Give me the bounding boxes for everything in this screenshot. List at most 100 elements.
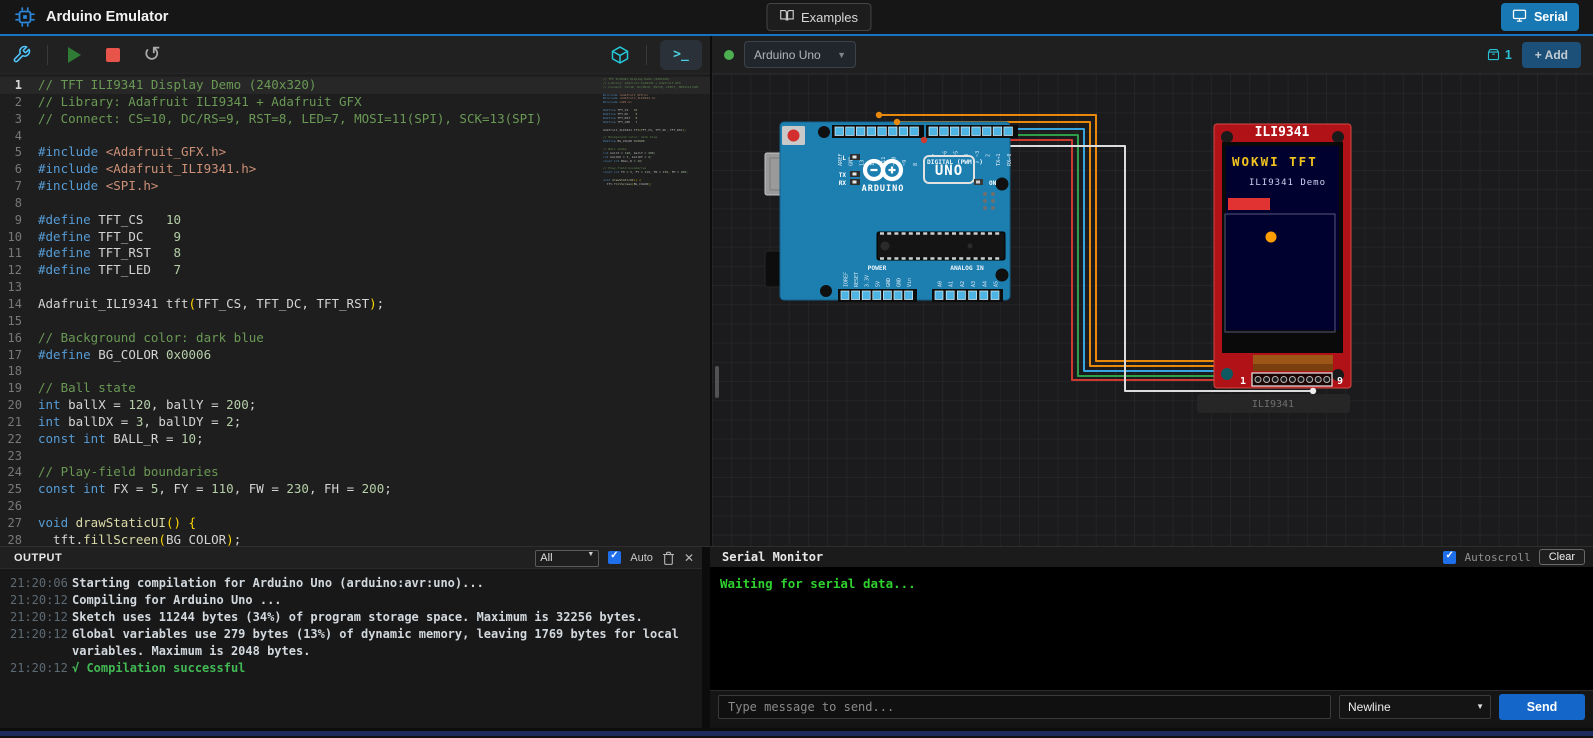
pin-power-RESET-1[interactable]	[852, 291, 860, 300]
code-line[interactable]: 28 tft.fillScreen(BG_COLOR);	[0, 532, 710, 546]
pin-analog-A5[interactable]	[991, 291, 999, 300]
board-select-dropdown[interactable]: Arduino Uno ▼	[744, 41, 856, 68]
tft-screen-subtitle: ILI9341 Demo	[1249, 178, 1326, 188]
code-line[interactable]: 27void drawStaticUI() {	[0, 515, 710, 532]
led-l-label: L	[842, 155, 846, 162]
code-line[interactable]: 19// Ball state	[0, 380, 710, 397]
code-line[interactable]: 15	[0, 313, 710, 330]
tft-pin-7[interactable]	[1307, 377, 1313, 383]
pin-label: 3.3V	[865, 275, 871, 287]
clear-serial-button[interactable]: Clear	[1539, 549, 1585, 565]
pin-label: TX→1	[996, 154, 1002, 167]
tft-pin-2[interactable]	[1264, 377, 1270, 383]
arduino-uno-board[interactable]: AREFGND1312~11~10~987~6~54~32TX→1RX←0IOR…	[765, 122, 1018, 302]
diagram-canvas[interactable]: AREFGND1312~11~10~987~6~54~32TX→1RX←0IOR…	[712, 74, 1593, 546]
serial-button[interactable]: Serial	[1501, 3, 1579, 31]
pin-digital-13[interactable]	[856, 127, 865, 136]
send-button[interactable]: Send	[1499, 694, 1585, 720]
code-line[interactable]: 25const int FX = 5, FY = 110, FW = 230, …	[0, 481, 710, 498]
serial-waiting-text: Waiting for serial data...	[720, 576, 916, 591]
tft-pin-5[interactable]	[1289, 377, 1295, 383]
wire-endpoint[interactable]	[921, 137, 927, 143]
minimap[interactable]: // TFT ILI9341 Display Demo (240x320)// …	[603, 78, 698, 187]
reset-button[interactable]	[788, 130, 800, 142]
add-part-button[interactable]: + Add	[1522, 42, 1581, 68]
pin-digital-~3[interactable]	[972, 127, 981, 136]
serial-monitor-header: Serial Monitor Autoscroll Clear	[710, 547, 1593, 568]
pin-analog-A3[interactable]	[969, 291, 977, 300]
code-line[interactable]: 20int ballX = 120, ballY = 200;	[0, 397, 710, 414]
pin-digital-GND[interactable]	[846, 127, 855, 136]
ili9341-tft-board[interactable]: ILI9341 WOKWI TFT ILI9341 Demo 1 9	[1214, 124, 1351, 388]
parts-count: 1	[1486, 47, 1512, 62]
code-line[interactable]: 12#define TFT_LED 7	[0, 262, 710, 279]
code-line[interactable]: 26	[0, 498, 710, 515]
pin-digital-TX→1[interactable]	[993, 127, 1002, 136]
code-editor[interactable]: 1// TFT ILI9341 Display Demo (240x320)2/…	[0, 74, 710, 546]
code-line[interactable]: 17#define BG_COLOR 0x0006	[0, 347, 710, 364]
settings-wrench-button[interactable]	[8, 42, 34, 68]
tft-pin-9[interactable]	[1324, 377, 1330, 383]
canvas-scrollbar-thumb[interactable]	[715, 366, 719, 398]
bottom-panel-divider	[702, 547, 710, 728]
tft-pin-3[interactable]	[1272, 377, 1278, 383]
code-line[interactable]: 21int ballDX = 3, ballDY = 2;	[0, 414, 710, 431]
pin-digital-7[interactable]	[929, 127, 938, 136]
pin-digital-~11[interactable]	[878, 127, 887, 136]
wire-endpoint[interactable]	[876, 112, 882, 118]
tft-pin-1[interactable]	[1255, 377, 1261, 383]
pin-digital-~6[interactable]	[940, 127, 949, 136]
pin-power-5V-3[interactable]	[873, 291, 881, 300]
wire-endpoint[interactable]	[894, 119, 900, 125]
pin-digital-~9[interactable]	[899, 127, 908, 136]
pin-digital-2[interactable]	[983, 127, 992, 136]
examples-button[interactable]: Examples	[766, 3, 871, 31]
code-line[interactable]: 18	[0, 363, 710, 380]
auto-checkbox[interactable]	[608, 551, 621, 564]
output-filter-select[interactable]: All	[535, 550, 599, 567]
code-line[interactable]: 16// Background color: dark blue	[0, 330, 710, 347]
pin-analog-A0[interactable]	[935, 291, 943, 300]
pin-power-IOREF-0[interactable]	[841, 291, 849, 300]
tft-pin9-label: 9	[1337, 376, 1343, 387]
mounting-hole	[996, 178, 1009, 191]
pin-power-3.3V-2[interactable]	[862, 291, 870, 300]
code-line[interactable]: 13	[0, 279, 710, 296]
terminal-toggle-button[interactable]: >_	[660, 40, 702, 70]
pin-power-GND-4[interactable]	[883, 291, 891, 300]
pin-analog-A4[interactable]	[980, 291, 988, 300]
tft-pin-4[interactable]	[1281, 377, 1287, 383]
restart-button[interactable]: ↺	[139, 42, 165, 68]
clear-output-trash-button[interactable]	[662, 551, 675, 565]
pin-power-Vin-6[interactable]	[905, 291, 913, 300]
pin-digital-AREF[interactable]	[835, 127, 844, 136]
pin-analog-A2[interactable]	[957, 291, 965, 300]
code-line[interactable]: 11#define TFT_RST 8	[0, 245, 710, 262]
code-line[interactable]: 8	[0, 195, 710, 212]
line-ending-select[interactable]: Newline	[1339, 695, 1491, 719]
serial-message-input[interactable]	[718, 695, 1331, 719]
wire-endpoint[interactable]	[1310, 388, 1316, 394]
pin-digital-~10[interactable]	[889, 127, 898, 136]
close-output-button[interactable]: ✕	[684, 551, 694, 565]
pin-digital-12[interactable]	[867, 127, 876, 136]
tft-pin-6[interactable]	[1298, 377, 1304, 383]
code-line[interactable]: 9#define TFT_CS 10	[0, 212, 710, 229]
pin-digital-4[interactable]	[961, 127, 970, 136]
stop-button[interactable]	[100, 42, 126, 68]
autoscroll-checkbox[interactable]	[1443, 551, 1456, 564]
code-line[interactable]: 23	[0, 448, 710, 465]
pin-digital-8[interactable]	[910, 127, 919, 136]
run-button[interactable]	[61, 42, 87, 68]
code-line[interactable]: 14Adafruit_ILI9341 tft(TFT_CS, TFT_DC, T…	[0, 296, 710, 313]
tft-screen-title: WOKWI TFT	[1232, 154, 1318, 169]
pin-digital-RX←0[interactable]	[1004, 127, 1013, 136]
code-line[interactable]: 22const int BALL_R = 10;	[0, 431, 710, 448]
code-line[interactable]: 24// Play-field boundaries	[0, 464, 710, 481]
pin-digital-~5[interactable]	[950, 127, 959, 136]
view-3d-button[interactable]	[607, 42, 633, 68]
tft-pin-8[interactable]	[1315, 377, 1321, 383]
pin-analog-A1[interactable]	[946, 291, 954, 300]
pin-power-GND-5[interactable]	[894, 291, 902, 300]
code-line[interactable]: 10#define TFT_DC 9	[0, 229, 710, 246]
